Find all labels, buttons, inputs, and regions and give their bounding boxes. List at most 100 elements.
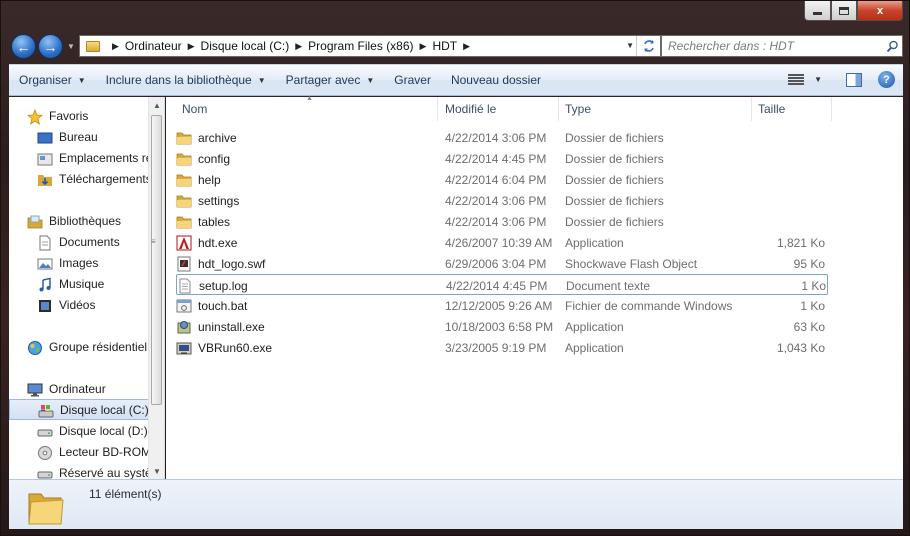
sort-ascending-icon: ▲ [306,95,313,102]
file-row[interactable]: hdt.exe 4/26/2007 10:39 AM Application 1,82… [176,232,828,253]
refresh-button[interactable] [636,36,660,56]
column-header-type[interactable]: Type [559,97,752,121]
sidebar-item[interactable]: Disque local (D:) [9,420,149,441]
file-name: touch.bat [198,298,248,313]
file-name: tables [198,214,231,229]
share-with-button[interactable]: Partager avec ▼ [276,73,385,87]
burn-button[interactable]: Graver [384,73,441,87]
include-in-library-button[interactable]: Inclure dans la bibliothèque ▼ [96,73,276,87]
sidebar-item[interactable]: Emplacements ré [9,147,149,168]
sidebar-item[interactable]: Vidéos [9,294,149,315]
file-type: Application [565,319,624,334]
file-type: Application [565,235,624,250]
recent-pages-dropdown[interactable]: ▼ [67,42,75,51]
preview-pane-icon[interactable] [846,72,862,87]
file-date: 4/22/2014 3:06 PM [445,130,547,145]
help-icon[interactable]: ? [878,71,895,88]
file-row[interactable]: help 4/22/2014 6:04 PM Dossier de fichiers [176,169,828,190]
text-file-icon [177,278,193,294]
sidebar-item[interactable]: Musique [9,273,149,294]
scroll-up-arrow-icon[interactable]: ▲ [149,97,164,113]
file-row[interactable]: VBRun60.exe 3/23/2005 9:19 PM Application 1… [176,337,828,358]
file-row[interactable]: uninstall.exe 10/18/2003 6:58 PM Applicati… [176,316,828,337]
new-folder-button[interactable]: Nouveau dossier [441,73,551,87]
file-name-cell: config [176,148,438,169]
explorer-window: x ← → ▼ ▶ Ordinateur ▶ Disque local (C:)… [0,0,910,536]
caret-down-icon: ▼ [257,75,266,85]
navigation-scrollbar[interactable]: ▲ ≡ ▼ [148,97,164,479]
computer-icon [27,382,43,396]
file-row[interactable]: settings 4/22/2014 3:06 PM Dossier de fich… [176,190,828,211]
file-name-cell: hdt.exe [176,232,438,253]
sidebar-item[interactable]: Lecteur BD-ROM [9,441,149,462]
minimize-icon [813,12,822,15]
maximize-button[interactable] [831,1,857,21]
file-row[interactable]: setup.log 4/22/2014 4:45 PM Document texte… [176,274,828,295]
arrow-right-icon: → [43,38,58,55]
forward-button[interactable]: → [38,34,63,59]
refresh-icon [643,40,654,52]
file-type: Document texte [566,278,651,293]
organize-button[interactable]: Organiser ▼ [9,73,96,87]
address-bar[interactable]: ▶ Ordinateur ▶ Disque local (C:) ▶ Progr… [79,35,661,57]
new-folder-label: Nouveau dossier [450,73,542,87]
file-size: 1,043 Ko [776,340,825,355]
column-headers: Nom ▲ Modifié le Type Taille [166,95,903,121]
column-header-size[interactable]: Taille [752,97,832,121]
search-input[interactable] [662,37,882,55]
sidebar-item[interactable]: Bibliothèques [9,210,149,231]
sidebar-item[interactable]: Bureau [9,126,149,147]
chevron-right-icon[interactable]: ▶ [463,41,470,52]
command-bar: Organiser ▼ Inclure dans la bibliothèque ▼… [9,64,903,96]
column-header-date[interactable]: Modifié le [439,97,559,121]
file-size [751,169,825,190]
sidebar-item-label: Emplacements ré [59,150,149,165]
sidebar-item[interactable]: Réservé au systèr [9,462,149,479]
file-type: Dossier de fichiers [565,130,664,145]
file-type: Application [565,340,624,355]
sidebar-item[interactable]: Favoris [9,105,149,126]
file-name: settings [198,193,240,208]
sidebar-item[interactable]: Documents [9,231,149,252]
scroll-down-arrow-icon[interactable]: ▼ [149,463,164,479]
breadcrumb-computer[interactable]: Ordinateur [125,39,182,53]
folder-icon [176,130,192,146]
chevron-right-icon[interactable]: ▶ [188,41,195,52]
scrollbar-thumb[interactable] [151,115,162,405]
views-icon[interactable] [788,73,805,86]
sidebar-item[interactable]: Ordinateur [9,378,149,399]
file-row[interactable]: hdt_logo.swf 6/29/2006 3:04 PM Shockwave F… [176,253,828,274]
folder-large-icon [28,493,64,525]
file-row[interactable]: touch.bat 12/12/2005 9:26 AM Fichier de co… [176,295,828,316]
views-dropdown-icon[interactable]: ▼ [814,75,822,84]
file-name: uninstall.exe [198,319,265,334]
chevron-right-icon[interactable]: ▶ [420,41,427,52]
sidebar-item[interactable]: Disque local (C:) [9,399,149,420]
sidebar-item[interactable]: Images [9,252,149,273]
file-row[interactable]: tables 4/22/2014 3:06 PM Dossier de fichie… [176,211,828,232]
breadcrumb-hdt[interactable]: HDT [432,39,457,53]
sidebar-item-label: Groupe résidentiel [49,339,148,354]
minimize-button[interactable] [804,1,831,21]
chevron-right-icon[interactable]: ▶ [295,41,302,52]
file-row[interactable]: archive 4/22/2014 3:06 PM Dossier de fichi… [176,127,828,148]
breadcrumb-program-files[interactable]: Program Files (x86) [308,39,413,53]
close-button[interactable]: x [857,1,903,21]
file-date: 10/18/2003 6:58 PM [445,319,554,334]
file-name-cell: VBRun60.exe [176,337,438,358]
breadcrumb-drive-c[interactable]: Disque local (C:) [201,39,290,53]
file-row[interactable]: config 4/22/2014 4:45 PM Dossier de fichie… [176,148,828,169]
sidebar-item-label: Disque local (D:) [59,423,148,438]
address-history-dropdown[interactable]: ▼ [626,41,634,50]
back-button[interactable]: ← [11,34,36,59]
file-name-cell: settings [176,190,438,211]
sidebar-item[interactable]: Groupe résidentiel [9,336,149,357]
caret-down-icon: ▼ [366,75,375,85]
file-name-cell: touch.bat [176,295,438,316]
sidebar-item-label: Favoris [49,108,89,123]
scrollbar-grip-icon: ≡ [151,237,156,246]
search-icon[interactable] [882,40,902,53]
sidebar-item[interactable]: Téléchargements [9,168,149,189]
file-date: 3/23/2005 9:19 PM [445,340,547,355]
chevron-right-icon[interactable]: ▶ [112,41,119,52]
